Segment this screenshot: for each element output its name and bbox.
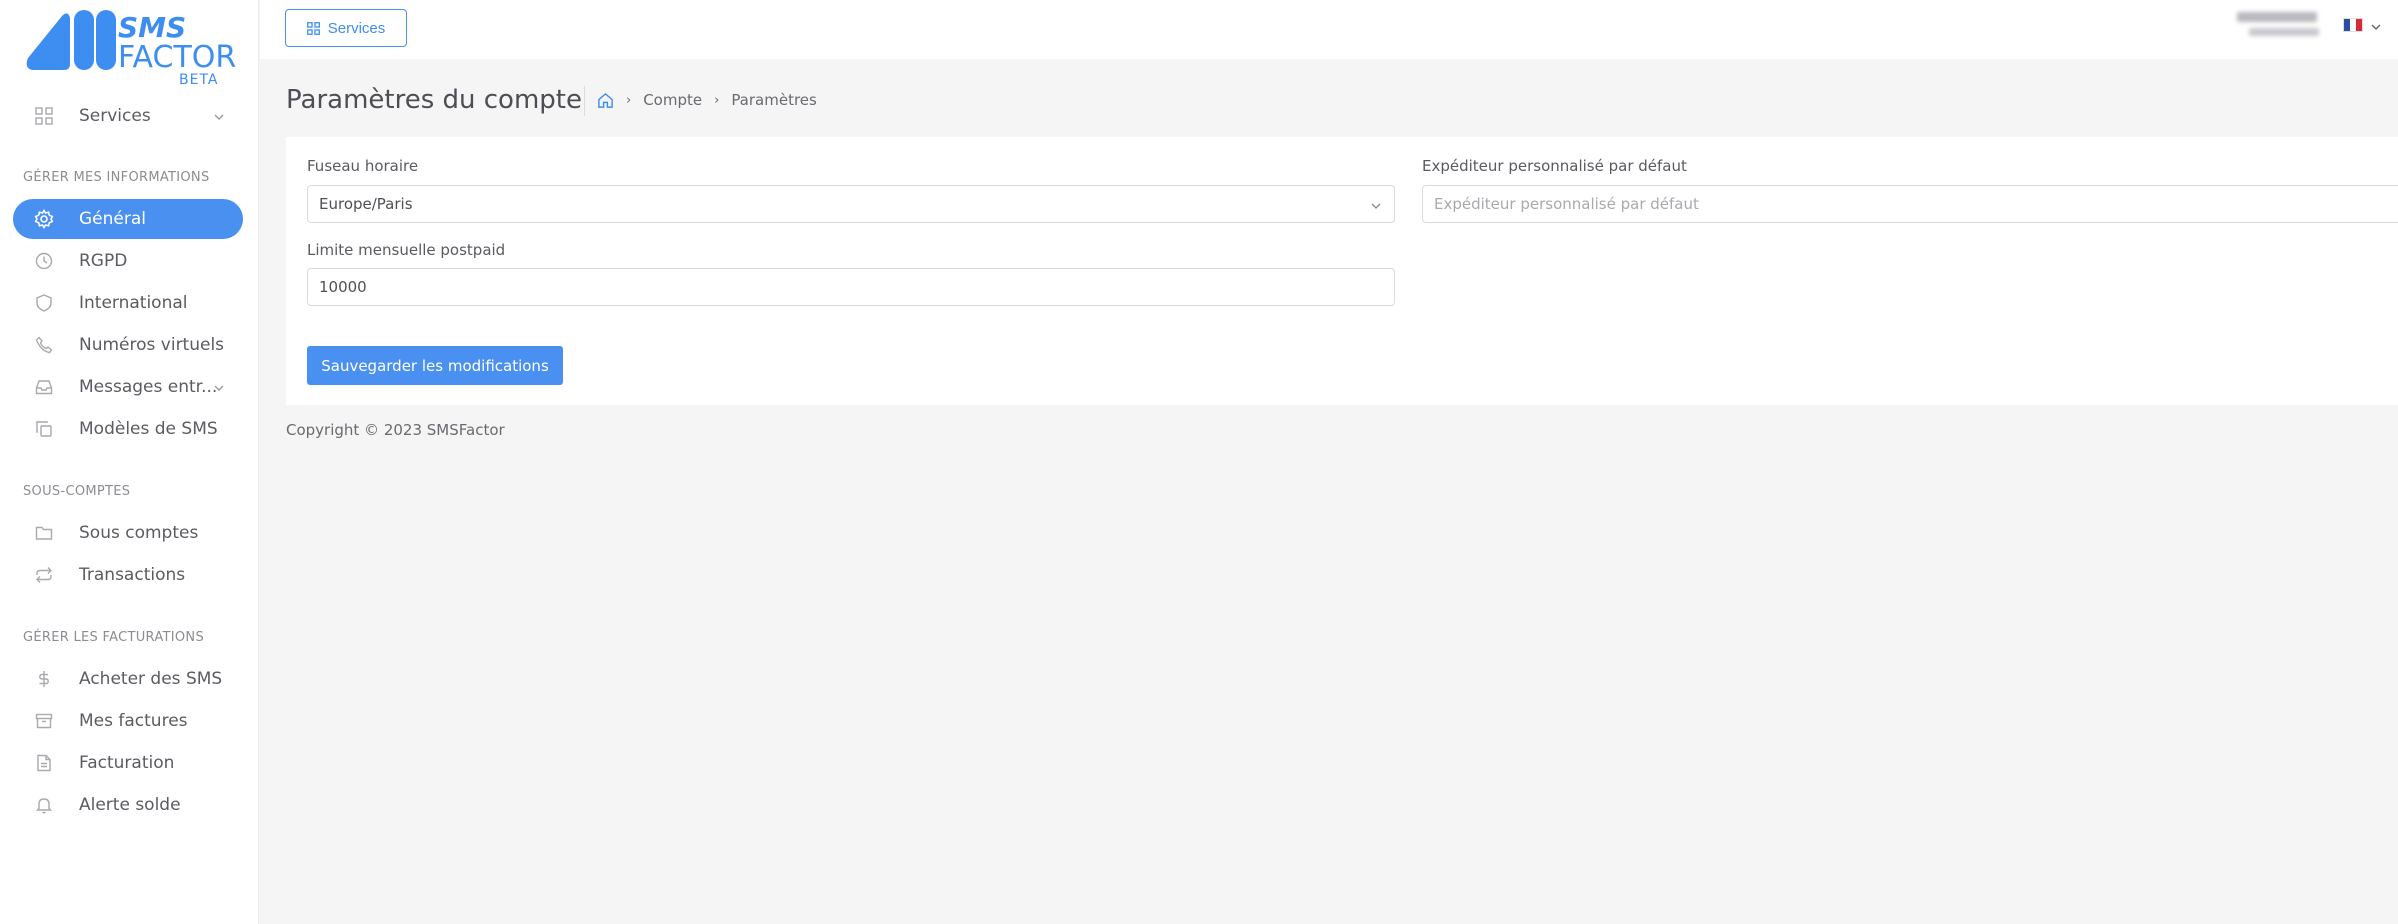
beta-badge: BETA bbox=[179, 72, 219, 88]
sidebar-item-label: International bbox=[79, 293, 188, 313]
user-menu[interactable] bbox=[2237, 12, 2319, 42]
topbar: Services bbox=[260, 0, 2398, 59]
chevron-right-icon: › bbox=[626, 92, 632, 108]
file-icon bbox=[33, 752, 55, 774]
sidebar-item-label: Modèles de SMS bbox=[79, 419, 218, 439]
logo-factor-text: FACTOR bbox=[118, 40, 237, 75]
timezone-select[interactable]: Europe/Paris bbox=[307, 185, 1395, 223]
sidebar-item-messages-entrants[interactable]: Messages entr... bbox=[13, 367, 243, 407]
copyright: Copyright © 2023 SMSFactor bbox=[286, 421, 505, 439]
section-title-informations: GÉRER MES INFORMATIONS bbox=[23, 170, 210, 185]
sender-input[interactable]: Expéditeur personnalisé par défaut bbox=[1422, 185, 2398, 223]
section-title-facturations: GÉRER LES FACTURATIONS bbox=[23, 630, 204, 645]
inbox-icon bbox=[33, 376, 55, 398]
gear-icon bbox=[33, 208, 55, 230]
sidebar-item-label: Mes factures bbox=[79, 711, 188, 731]
sidebar-item-alerte-solde[interactable]: Alerte solde bbox=[13, 785, 243, 825]
shield-icon bbox=[33, 292, 55, 314]
sidebar-item-label: Général bbox=[79, 209, 146, 229]
dollar-icon bbox=[33, 668, 55, 690]
sidebar-item-facturation[interactable]: Facturation bbox=[13, 743, 243, 783]
settings-card: Fuseau horaire Europe/Paris Expéditeur p… bbox=[286, 137, 2398, 405]
sidebar-item-label: Sous comptes bbox=[79, 523, 199, 543]
limit-input[interactable]: 10000 bbox=[307, 268, 1395, 306]
language-flag-icon[interactable] bbox=[2343, 18, 2363, 32]
services-button[interactable]: Services bbox=[285, 9, 407, 47]
grid-icon bbox=[33, 105, 55, 127]
timezone-label: Fuseau horaire bbox=[307, 157, 419, 175]
sidebar-item-numeros-virtuels[interactable]: Numéros virtuels bbox=[13, 325, 243, 365]
logo-mark-icon bbox=[26, 10, 116, 70]
save-button[interactable]: Sauvegarder les modifications bbox=[307, 346, 563, 385]
sidebar-item-transactions[interactable]: Transactions bbox=[13, 555, 243, 595]
sidebar-item-general[interactable]: Général bbox=[13, 199, 243, 239]
sidebar-item-rgpd[interactable]: RGPD bbox=[13, 241, 243, 281]
grid-icon bbox=[306, 21, 320, 35]
bell-icon bbox=[33, 794, 55, 816]
logo-sms-text: SMS bbox=[118, 11, 187, 44]
breadcrumb-item-parametres: Paramètres bbox=[731, 91, 817, 109]
sender-label: Expéditeur personnalisé par défaut bbox=[1422, 157, 1687, 175]
page-title: Paramètres du compte bbox=[286, 85, 582, 115]
breadcrumb: › Compte › Paramètres bbox=[597, 91, 817, 109]
sidebar-item-label: Services bbox=[79, 106, 151, 126]
copy-icon bbox=[33, 418, 55, 440]
limit-value: 10000 bbox=[319, 278, 367, 296]
sidebar-item-label: Alerte solde bbox=[79, 795, 181, 815]
sidebar-item-label: Numéros virtuels bbox=[79, 335, 225, 355]
chevron-down-icon bbox=[213, 379, 225, 399]
sender-placeholder: Expéditeur personnalisé par défaut bbox=[1434, 195, 1699, 213]
breadcrumb-item-compte[interactable]: Compte bbox=[643, 91, 702, 109]
folder-icon bbox=[33, 522, 55, 544]
sidebar-item-modeles-sms[interactable]: Modèles de SMS bbox=[13, 409, 243, 449]
sidebar-item-mes-factures[interactable]: Mes factures bbox=[13, 701, 243, 741]
timezone-value: Europe/Paris bbox=[319, 195, 413, 213]
home-icon[interactable] bbox=[597, 92, 614, 109]
sidebar-item-services[interactable]: Services bbox=[13, 96, 243, 136]
archive-icon bbox=[33, 710, 55, 732]
sidebar-item-label: Acheter des SMS bbox=[79, 669, 223, 689]
logo[interactable]: SMS FACTOR BETA bbox=[24, 8, 236, 88]
sidebar-item-label: Messages entr... bbox=[79, 377, 218, 397]
repeat-icon bbox=[33, 564, 55, 586]
sidebar-item-international[interactable]: International bbox=[13, 283, 243, 323]
sidebar-item-acheter-sms[interactable]: Acheter des SMS bbox=[13, 659, 243, 699]
section-title-sous-comptes: SOUS-COMPTES bbox=[23, 484, 131, 499]
chevron-down-icon bbox=[213, 108, 225, 128]
sidebar-item-label: Transactions bbox=[79, 565, 186, 585]
chevron-right-icon: › bbox=[714, 92, 720, 108]
title-divider bbox=[584, 86, 585, 116]
sidebar-item-sous-comptes[interactable]: Sous comptes bbox=[13, 513, 243, 553]
phone-icon bbox=[33, 334, 55, 356]
clock-icon bbox=[33, 250, 55, 272]
chevron-down-icon bbox=[1370, 198, 1382, 216]
sidebar-item-label: RGPD bbox=[79, 251, 128, 271]
sidebar-item-label: Facturation bbox=[79, 753, 175, 773]
chevron-down-icon[interactable] bbox=[2370, 18, 2382, 37]
services-button-label: Services bbox=[327, 19, 386, 37]
sidebar: SMS FACTOR BETA Services GÉRER MES INFOR… bbox=[0, 0, 259, 924]
limit-label: Limite mensuelle postpaid bbox=[307, 241, 506, 259]
